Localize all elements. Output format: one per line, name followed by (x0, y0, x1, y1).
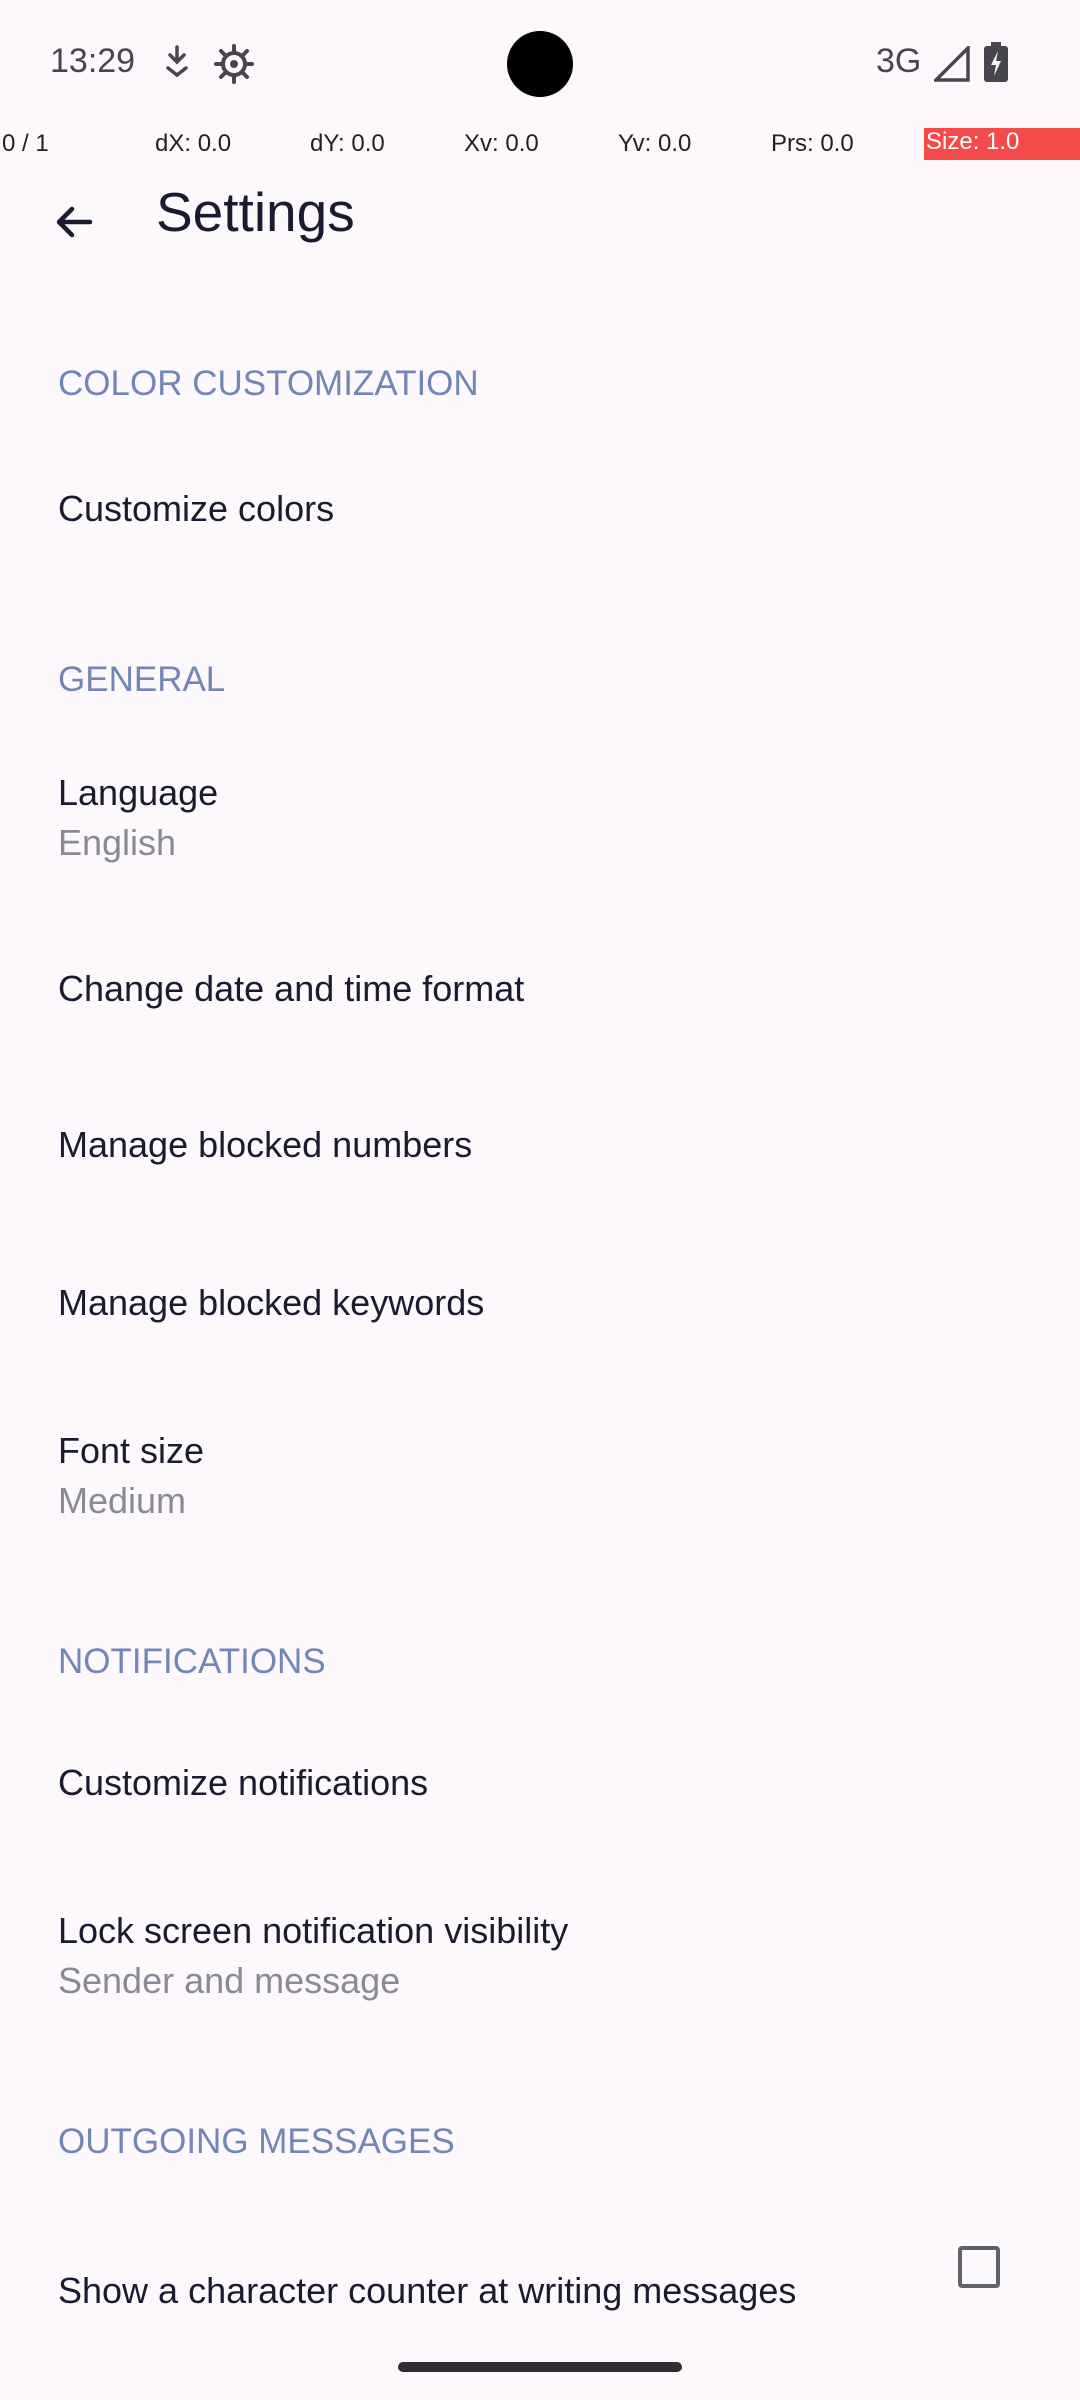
section-header-label: GENERAL (58, 660, 226, 699)
customize-notifications-item[interactable]: Customize notifications (0, 1706, 1080, 1862)
settings-gear-icon (214, 44, 254, 89)
language-item[interactable]: Language English (0, 726, 1080, 910)
item-subtitle: English (58, 822, 177, 863)
camera-cutout (507, 31, 573, 97)
top-app-bar: Settings (0, 160, 1080, 290)
pointer-size: Size: 1.0 (924, 128, 1080, 160)
item-title: Manage blocked keywords (58, 1282, 485, 1323)
font-size-item[interactable]: Font size Medium (0, 1384, 1080, 1568)
pointer-xv: Xv: 0.0 (464, 130, 539, 157)
arrow-back-icon (56, 206, 93, 238)
network-type: 3G (876, 42, 922, 80)
pointer-dy: dY: 0.0 (310, 130, 385, 157)
settings-screen: 13:29 3G 0 / 1 dX: 0.0 dY: 0.0 Xv: 0.0 Y… (0, 0, 1080, 2400)
section-header-notifications: NOTIFICATIONS (0, 1570, 1080, 1704)
item-title: Font size (58, 1430, 205, 1471)
character-counter-item[interactable]: Show a character counter at writing mess… (0, 2186, 1080, 2336)
manage-blocked-numbers-item[interactable]: Manage blocked numbers (0, 1070, 1080, 1226)
pointer-dx: dX: 0.0 (155, 130, 232, 157)
item-title: Show a character counter at writing mess… (58, 2270, 797, 2311)
page-title: Settings (156, 181, 355, 243)
section-header-color-customization: COLOR CUSTOMIZATION (0, 296, 1080, 430)
item-title: Language (58, 772, 219, 813)
item-subtitle: Sender and message (58, 1960, 401, 2001)
character-counter-checkbox[interactable] (958, 2246, 1000, 2288)
customize-colors-item[interactable]: Customize colors (0, 432, 1080, 588)
section-header-outgoing-messages: OUTGOING MESSAGES (0, 2050, 1080, 2184)
section-header-label: OUTGOING MESSAGES (58, 2122, 455, 2161)
status-bar: 13:29 3G (0, 0, 1080, 128)
item-title: Customize colors (58, 488, 335, 529)
item-title: Lock screen notification visibility (58, 1910, 569, 1951)
status-time: 13:29 (50, 42, 136, 80)
pointer-yv: Yv: 0.0 (618, 130, 692, 157)
item-subtitle: Medium (58, 1480, 187, 1521)
item-title: Change date and time format (58, 968, 525, 1009)
lock-screen-notification-visibility-item[interactable]: Lock screen notification visibility Send… (0, 1864, 1080, 2048)
download-arrow-icon (162, 44, 192, 83)
back-button[interactable] (40, 188, 108, 256)
manage-blocked-keywords-item[interactable]: Manage blocked keywords (0, 1228, 1080, 1382)
section-header-label: NOTIFICATIONS (58, 1642, 326, 1681)
change-date-time-format-item[interactable]: Change date and time format (0, 912, 1080, 1068)
battery-charging-icon (984, 42, 1008, 87)
pointer-prs: Prs: 0.0 (771, 130, 854, 157)
item-title: Customize notifications (58, 1762, 429, 1803)
gesture-nav-bar[interactable] (398, 2362, 682, 2372)
signal-icon (931, 43, 970, 87)
item-title: Manage blocked numbers (58, 1124, 473, 1165)
section-header-label: COLOR CUSTOMIZATION (58, 364, 479, 403)
pointer-count: 0 / 1 (2, 130, 49, 157)
pointer-location-overlay: 0 / 1 dX: 0.0 dY: 0.0 Xv: 0.0 Yv: 0.0 Pr… (0, 128, 1080, 160)
section-header-general: GENERAL (0, 590, 1080, 724)
